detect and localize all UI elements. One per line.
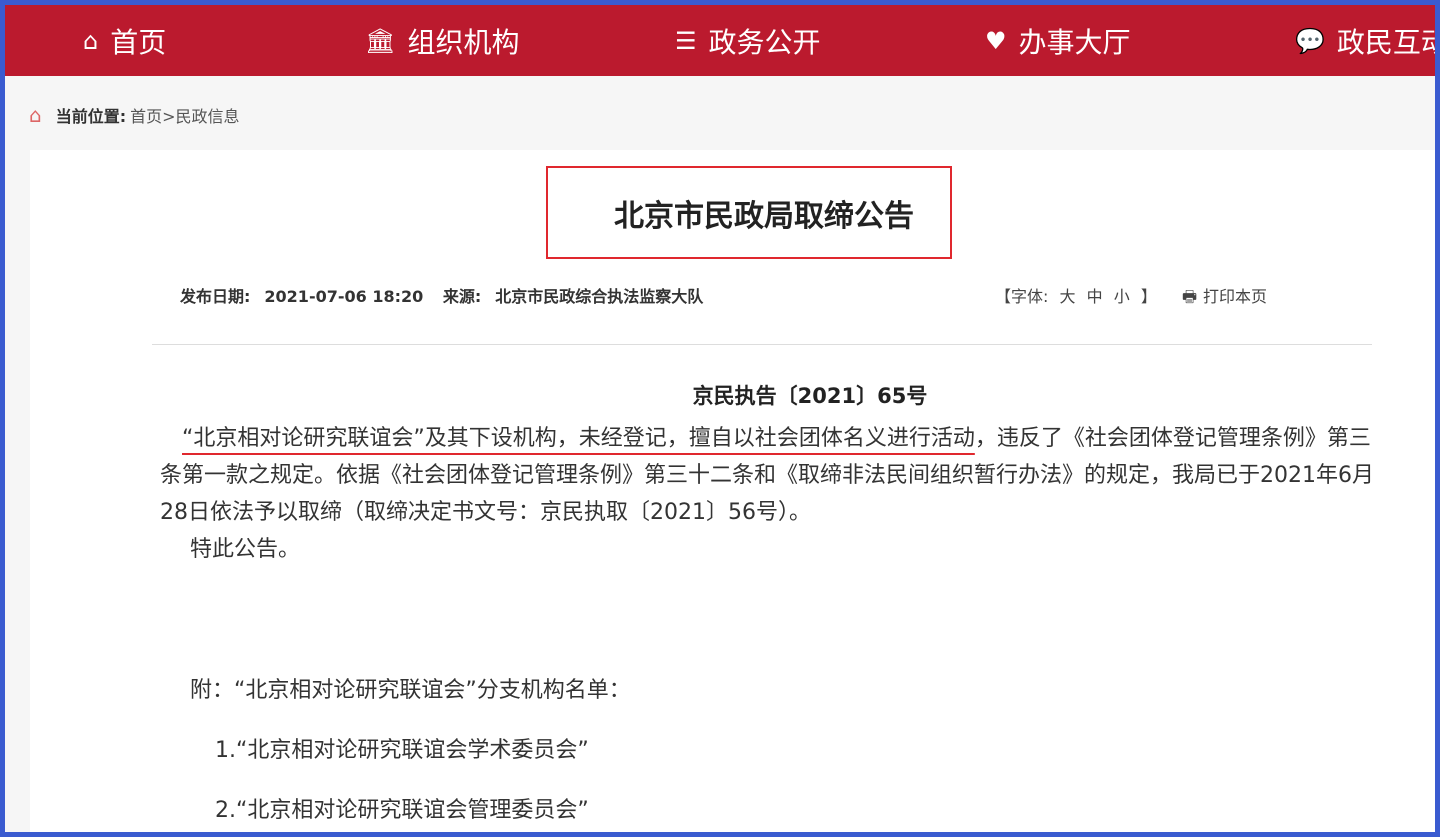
nav-label: 首页 xyxy=(110,25,167,59)
home-icon: ⌂ xyxy=(83,26,99,55)
heart-icon: ♥ xyxy=(985,26,1007,55)
breadcrumb-path[interactable]: 首页>民政信息 xyxy=(130,103,239,127)
nav-label: 办事大厅 xyxy=(1018,25,1131,59)
article-tools: 【字体: 大 中 小 】 🖶 打印本页 xyxy=(995,283,1273,313)
article-meta: 发布日期: 2021-07-06 18:20 来源: 北京市民政综合执法监察大队 xyxy=(180,283,717,307)
nav-label: 政务公开 xyxy=(708,25,821,59)
chat-icon: 💬 xyxy=(1295,26,1325,55)
article-body: “北京相对论研究联谊会”及其下设机构，未经登记，擅自以社会团体名义进行活动，违反… xyxy=(160,420,1375,568)
print-button[interactable]: 打印本页 xyxy=(1203,287,1267,306)
article-panel: 北京市民政局取缔公告 发布日期: 2021-07-06 18:20 来源: 北京市民… xyxy=(30,150,1435,832)
nav-interaction[interactable]: 💬 政民互动 xyxy=(1295,5,1435,76)
nav-organization[interactable]: 🏛 组织机构 xyxy=(365,5,519,76)
font-large-button[interactable]: 大 xyxy=(1060,287,1076,306)
list-item: 2.“北京相对论研究联谊会管理委员会” xyxy=(215,798,589,823)
article-title: 北京市民政局取缔公告 xyxy=(546,166,952,259)
date-label: 发布日期: xyxy=(180,287,251,306)
nav-service-hall[interactable]: ♥ 办事大厅 xyxy=(985,5,1131,76)
paragraph: 特此公告。 xyxy=(190,537,301,562)
list-icon: ☰ xyxy=(675,26,697,55)
nav-label: 组织机构 xyxy=(407,25,520,59)
list-item: 1.“北京相对论研究联谊会学术委员会” xyxy=(215,738,589,763)
divider xyxy=(152,344,1372,345)
document-number: 京民执告〔2021〕65号 xyxy=(692,384,928,408)
nav-home[interactable]: ⌂ 首页 xyxy=(83,5,166,76)
nav-label: 政民互动 xyxy=(1336,25,1435,59)
publish-date: 2021-07-06 18:20 xyxy=(264,287,424,306)
source: 北京市民政综合执法监察大队 xyxy=(495,287,704,306)
font-size-end: 】 xyxy=(1140,287,1157,306)
main-nav: ⌂ 首页 🏛 组织机构 ☰ 政务公开 ♥ 办事大厅 💬 政民互动 xyxy=(5,5,1435,76)
font-small-button[interactable]: 小 xyxy=(1114,287,1130,306)
source-label: 来源: xyxy=(442,287,482,306)
font-medium-button[interactable]: 中 xyxy=(1087,287,1103,306)
institution-icon: 🏛 xyxy=(365,26,396,55)
nav-gov-affairs[interactable]: ☰ 政务公开 xyxy=(675,5,821,76)
paragraph: “北京相对论研究联谊会”及其下设机构，未经登记，擅自以社会团体名义进行活动，违反… xyxy=(160,420,1375,531)
browser-frame: ⌂ 首页 🏛 组织机构 ☰ 政务公开 ♥ 办事大厅 💬 政民互动 ⌂ 当前位置: 首页>民… xyxy=(5,5,1435,832)
font-size-label: 【字体: xyxy=(995,287,1049,306)
appendix-heading: 附：“北京相对论研究联谊会”分支机构名单： xyxy=(190,678,631,703)
breadcrumb: ⌂ 当前位置: 首页>民政信息 xyxy=(29,103,240,127)
home-icon: ⌂ xyxy=(29,103,42,127)
print-icon: 🖶 xyxy=(1181,287,1198,306)
breadcrumb-label: 当前位置: xyxy=(55,107,127,126)
highlighted-text: “北京相对论研究联谊会”及其下设机构，未经登记，擅自以社会团体名义进行活动 xyxy=(182,426,975,451)
